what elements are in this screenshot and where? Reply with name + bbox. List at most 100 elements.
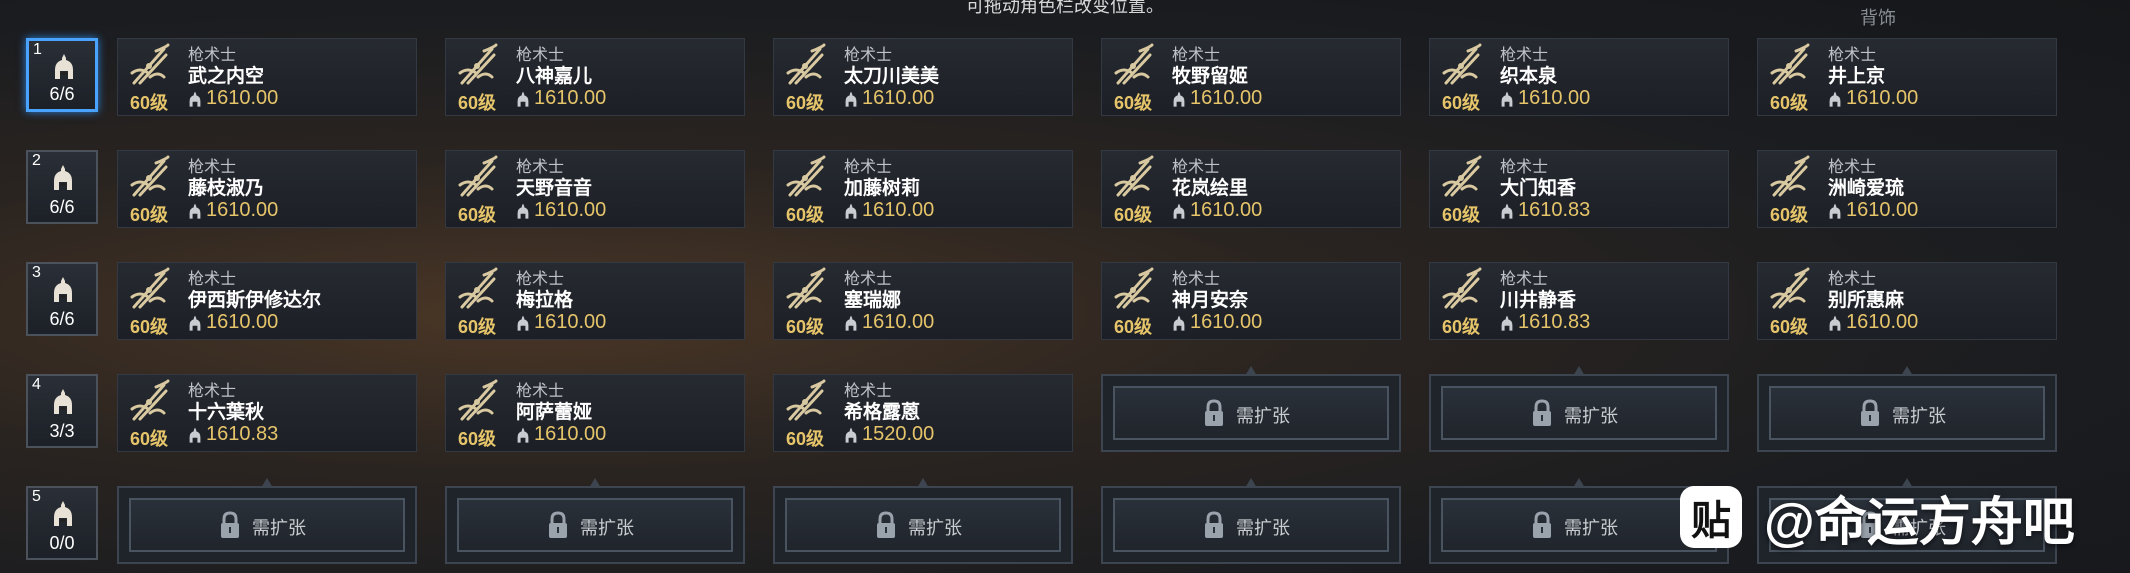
row-count: 0/0	[49, 533, 75, 553]
lancer-emblem-icon	[1110, 267, 1156, 313]
item-level: 1610.00	[1846, 311, 1919, 333]
character-level: 60级	[1770, 93, 1809, 113]
character-level: 60级	[458, 429, 497, 449]
item-level: 1610.00	[534, 199, 607, 221]
slot-notch	[589, 478, 601, 488]
locked-slot[interactable]: 需扩张	[445, 478, 745, 564]
helmet-small-icon	[1828, 203, 1842, 221]
row-header-2[interactable]: 2 6/6	[26, 150, 98, 224]
locked-slot[interactable]: 需扩张	[1101, 478, 1401, 564]
character-slot[interactable]: 60级 枪术士 武之内空 1610.00	[117, 38, 417, 116]
item-level: 1610.00	[862, 199, 935, 221]
lancer-emblem-icon	[1766, 155, 1812, 201]
item-level: 1610.83	[1518, 311, 1591, 333]
character-level: 60级	[786, 317, 825, 337]
item-level: 1610.00	[206, 311, 279, 333]
row-header-4[interactable]: 4 3/3	[26, 374, 98, 448]
character-level: 60级	[786, 93, 825, 113]
character-name: 加藤树莉	[844, 178, 921, 199]
locked-slot[interactable]: 需扩张	[117, 478, 417, 564]
lancer-emblem-icon	[1110, 43, 1156, 89]
helmet-icon	[53, 53, 75, 83]
item-level: 1610.00	[862, 311, 935, 333]
expand-required-label: 需扩张	[1564, 518, 1618, 538]
character-slot[interactable]: 60级 枪术士 藤枝淑乃 1610.00	[117, 150, 417, 228]
item-level: 1610.00	[534, 423, 607, 445]
lancer-emblem-icon	[782, 155, 828, 201]
item-level: 1610.83	[1518, 199, 1591, 221]
row-header-1[interactable]: 1 6/6	[26, 38, 98, 112]
character-slot[interactable]: 60级 枪术士 川井静香 1610.83	[1429, 262, 1729, 340]
item-level: 1610.00	[1846, 87, 1919, 109]
lancer-emblem-icon	[1110, 155, 1156, 201]
character-level: 60级	[1770, 317, 1809, 337]
locked-slot[interactable]: 需扩张	[773, 478, 1073, 564]
character-slot[interactable]: 60级 枪术士 加藤树莉 1610.00	[773, 150, 1073, 228]
drag-hint: 可拖动角色栏改变位置。	[966, 0, 1164, 16]
character-slot[interactable]: 60级 枪术士 别所惠麻 1610.00	[1757, 262, 2057, 340]
character-row: 4 3/3 60级 枪术士 十六葉秋 1610.83 60级 枪术士 阿萨蕾娅 1610.00 60…	[0, 366, 2130, 454]
expand-required-label: 需扩张	[252, 518, 306, 538]
character-slot[interactable]: 60级 枪术士 十六葉秋 1610.83	[117, 374, 417, 452]
character-slot[interactable]: 60级 枪术士 洲崎爱琉 1610.00	[1757, 150, 2057, 228]
character-slot[interactable]: 60级 枪术士 牧野留姬 1610.00	[1101, 38, 1401, 116]
item-level: 1610.00	[534, 311, 607, 333]
character-name: 天野音音	[516, 178, 593, 199]
character-slot[interactable]: 60级 枪术士 伊西斯伊修达尔 1610.00	[117, 262, 417, 340]
character-slot[interactable]: 60级 枪术士 大门知香 1610.83	[1429, 150, 1729, 228]
character-row: 1 6/6 60级 枪术士 武之内空 1610.00 60级 枪术士 八神嘉儿 1610.00 60…	[0, 38, 2130, 118]
character-name: 塞瑞娜	[844, 290, 902, 311]
character-slot[interactable]: 60级 枪术士 塞瑞娜 1610.00	[773, 262, 1073, 340]
helmet-small-icon	[188, 203, 202, 221]
character-level: 60级	[130, 429, 169, 449]
character-level: 60级	[786, 429, 825, 449]
character-level: 60级	[1114, 93, 1153, 113]
character-slot[interactable]: 60级 枪术士 天野音音 1610.00	[445, 150, 745, 228]
helmet-small-icon	[1172, 315, 1186, 333]
locked-slot[interactable]: 需扩张	[1429, 366, 1729, 452]
row-count: 6/6	[49, 197, 75, 217]
character-level: 60级	[1442, 93, 1481, 113]
row-number: 5	[32, 488, 41, 505]
character-slot[interactable]: 60级 枪术士 梅拉格 1610.00	[445, 262, 745, 340]
expand-required-label: 需扩张	[1892, 406, 1946, 426]
character-slot[interactable]: 60级 枪术士 阿萨蕾娅 1610.00	[445, 374, 745, 452]
character-level: 60级	[130, 205, 169, 225]
item-level: 1610.00	[1846, 199, 1919, 221]
character-slot[interactable]: 60级 枪术士 八神嘉儿 1610.00	[445, 38, 745, 116]
character-slot[interactable]: 60级 枪术士 神月安奈 1610.00	[1101, 262, 1401, 340]
slot-notch	[1901, 366, 1913, 376]
helmet-small-icon	[1500, 91, 1514, 109]
helmet-small-icon	[1172, 91, 1186, 109]
watermark-text: @命运方舟吧	[1764, 493, 2075, 552]
character-name: 十六葉秋	[188, 402, 265, 423]
slot-notch	[917, 478, 929, 488]
character-slot[interactable]: 60级 枪术士 井上京 1610.00	[1757, 38, 2057, 116]
slot-notch	[1573, 478, 1585, 488]
lancer-emblem-icon	[126, 155, 172, 201]
character-slot[interactable]: 60级 枪术士 织本泉 1610.00	[1429, 38, 1729, 116]
locked-slot[interactable]: 需扩张	[1757, 366, 2057, 452]
row-number: 1	[33, 41, 42, 58]
character-name: 武之内空	[188, 66, 265, 87]
character-level: 60级	[1442, 317, 1481, 337]
expand-required-label: 需扩张	[1236, 406, 1290, 426]
helmet-small-icon	[516, 203, 530, 221]
row-number: 4	[32, 376, 41, 393]
helmet-icon	[52, 276, 74, 306]
helmet-small-icon	[1500, 203, 1514, 221]
character-slot[interactable]: 60级 枪术士 花岚绘里 1610.00	[1101, 150, 1401, 228]
row-header-5[interactable]: 5 0/0	[26, 486, 98, 560]
character-name: 大门知香	[1500, 178, 1577, 199]
helmet-small-icon	[188, 427, 202, 445]
watermark: 贴 @命运方舟吧	[1680, 482, 2075, 552]
character-slot[interactable]: 60级 枪术士 太刀川美美 1610.00	[773, 38, 1073, 116]
row-header-3[interactable]: 3 6/6	[26, 262, 98, 336]
character-level: 60级	[458, 317, 497, 337]
row-count: 6/6	[49, 84, 75, 104]
character-slot[interactable]: 60级 枪术士 希格露蒽 1520.00	[773, 374, 1073, 452]
lock-icon	[1203, 399, 1225, 427]
helmet-small-icon	[844, 427, 858, 445]
character-name: 织本泉	[1500, 66, 1558, 87]
locked-slot[interactable]: 需扩张	[1101, 366, 1401, 452]
